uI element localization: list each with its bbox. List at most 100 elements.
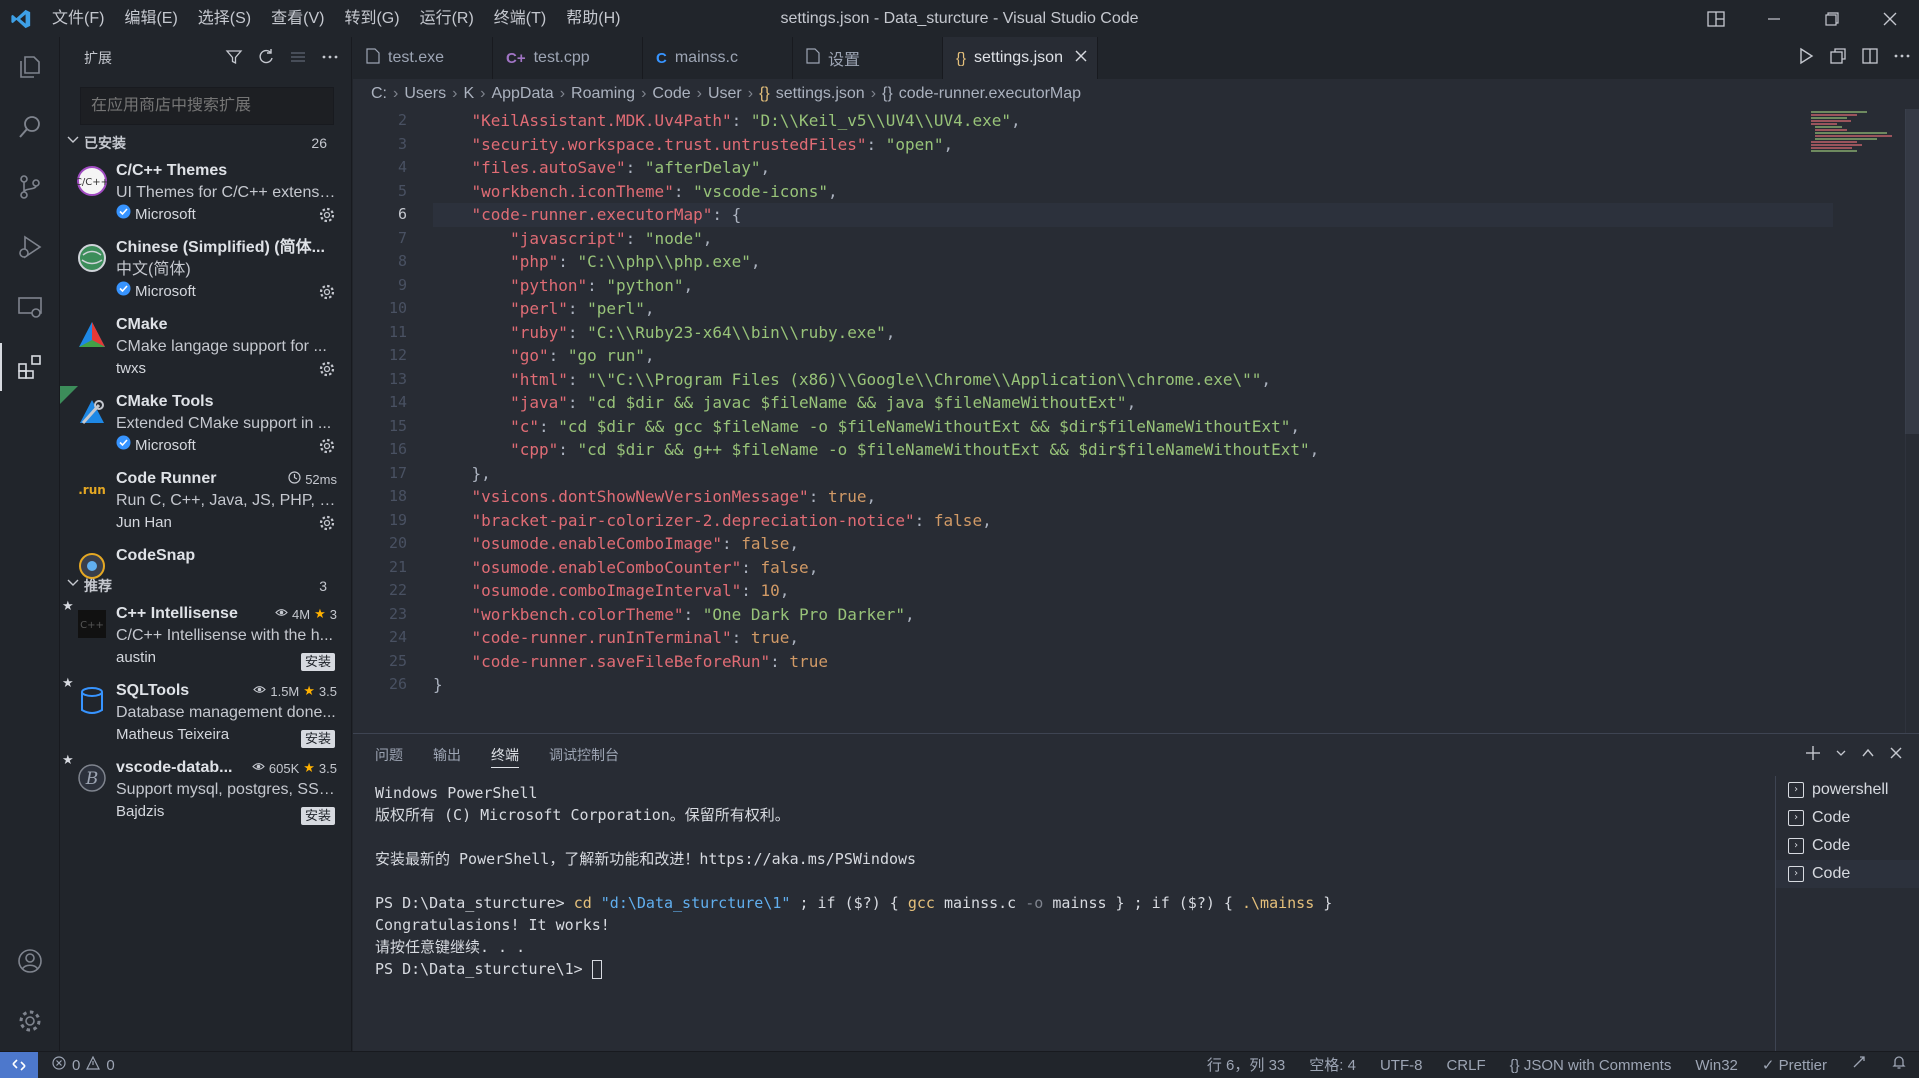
- code-line[interactable]: "workbench.colorTheme": "One Dark Pro Da…: [433, 603, 1833, 627]
- tab-mainss-c[interactable]: C mainss.c: [643, 37, 793, 79]
- more-actions-icon[interactable]: [1893, 47, 1911, 70]
- code-line[interactable]: "files.autoSave": "afterDelay",: [433, 156, 1833, 180]
- tab-test-cpp[interactable]: C+ test.cpp: [493, 37, 643, 79]
- code-line[interactable]: "javascript": "node",: [433, 227, 1833, 251]
- menu-edit[interactable]: 编辑(E): [114, 0, 187, 37]
- code-line[interactable]: "workbench.iconTheme": "vscode-icons",: [433, 180, 1833, 204]
- manage-extension-gear-icon[interactable]: [319, 284, 335, 305]
- filter-icon[interactable]: [225, 48, 243, 69]
- code-line[interactable]: "ruby": "C:\\Ruby23-x64\\bin\\ruby.exe",: [433, 321, 1833, 345]
- extension-item[interactable]: ★ B 605K ★ 3.5 vscode-datab... Support m…: [60, 752, 351, 829]
- encoding[interactable]: UTF-8: [1368, 1052, 1435, 1078]
- extension-item[interactable]: CMake CMake langage support for ... twxs: [60, 309, 351, 386]
- code-line[interactable]: "osumode.enableComboCounter": false,: [433, 556, 1833, 580]
- feedback-icon[interactable]: [1839, 1052, 1879, 1078]
- layout-icon[interactable]: [1687, 0, 1745, 37]
- breadcrumb-item[interactable]: Roaming: [571, 85, 635, 103]
- end-of-line[interactable]: CRLF: [1434, 1052, 1497, 1078]
- explorer-icon[interactable]: [0, 37, 60, 97]
- breadcrumb-item[interactable]: AppData: [491, 85, 553, 103]
- extensions-icon[interactable]: [0, 337, 60, 397]
- extension-item[interactable]: .run 52ms Code Runner Run C, C++, Java, …: [60, 463, 351, 540]
- extension-item[interactable]: ★ C++ 4M ★ 3 C++ Intellisense C/C++ Inte…: [60, 598, 351, 675]
- manage-extension-gear-icon[interactable]: [319, 207, 335, 228]
- close-window-button[interactable]: [1861, 0, 1919, 37]
- install-button[interactable]: 安装: [300, 730, 335, 748]
- platform[interactable]: Win32: [1683, 1052, 1750, 1078]
- terminal-prompt-line[interactable]: PS D:\Data_sturcture\1>: [375, 958, 1755, 980]
- code-line[interactable]: "code-runner.saveFileBeforeRun": true: [433, 650, 1833, 674]
- menu-go[interactable]: 转到(G): [334, 0, 409, 37]
- install-button[interactable]: 安装: [300, 653, 335, 671]
- terminal-instance[interactable]: › Code: [1776, 804, 1919, 832]
- tab-debug-console[interactable]: 调试控制台: [549, 734, 619, 776]
- remote-indicator-icon[interactable]: [0, 1051, 38, 1078]
- tab-problems[interactable]: 问题: [375, 734, 403, 776]
- code-line[interactable]: }: [433, 673, 1833, 697]
- chevron-down-icon[interactable]: [1835, 746, 1847, 764]
- clear-icon[interactable]: [289, 48, 307, 69]
- extension-search-input[interactable]: [91, 97, 333, 115]
- tab-settings[interactable]: 设置: [793, 37, 943, 79]
- menu-help[interactable]: 帮助(H): [556, 0, 630, 37]
- recommended-section-header[interactable]: 推荐 3: [60, 574, 351, 598]
- language-mode[interactable]: {} JSON with Comments: [1498, 1052, 1684, 1078]
- editor-scrollbar[interactable]: [1905, 109, 1919, 733]
- tab-test-exe[interactable]: test.exe: [353, 37, 493, 79]
- new-terminal-icon[interactable]: [1805, 745, 1821, 766]
- tab-terminal[interactable]: 终端: [491, 734, 519, 776]
- close-tab-icon[interactable]: [1075, 49, 1087, 67]
- extension-item[interactable]: CodeSnap: [60, 540, 351, 579]
- menu-selection[interactable]: 选择(S): [188, 0, 261, 37]
- terminal-instance[interactable]: › Code: [1776, 832, 1919, 860]
- breadcrumb-item[interactable]: code-runner.executorMap: [899, 85, 1081, 103]
- breadcrumb-item[interactable]: C:: [371, 85, 387, 103]
- code-line[interactable]: },: [433, 462, 1833, 486]
- scrollbar-thumb[interactable]: [1905, 109, 1919, 434]
- breadcrumb-item[interactable]: settings.json: [776, 85, 865, 103]
- open-changes-icon[interactable]: [1829, 47, 1847, 70]
- menu-file[interactable]: 文件(F): [42, 0, 114, 37]
- run-code-icon[interactable]: [1797, 47, 1815, 70]
- code-line[interactable]: "perl": "perl",: [433, 297, 1833, 321]
- remote-explorer-icon[interactable]: [0, 277, 60, 337]
- code-line[interactable]: "cpp": "cd $dir && g++ $fileName -o $fil…: [433, 438, 1833, 462]
- indentation[interactable]: 空格: 4: [1297, 1052, 1368, 1078]
- run-debug-icon[interactable]: [0, 217, 60, 277]
- code-content[interactable]: "KeilAssistant.MDK.Uv4Path": "D:\\Keil_v…: [433, 109, 1833, 697]
- account-icon[interactable]: [0, 931, 60, 991]
- extension-item[interactable]: C/C++ C/C++ Themes UI Themes for C/C++ e…: [60, 155, 351, 232]
- installed-section-header[interactable]: 已安装 26: [60, 131, 351, 155]
- code-line[interactable]: "html": "\"C:\\Program Files (x86)\\Goog…: [433, 368, 1833, 392]
- code-line[interactable]: "osumode.enableComboImage": false,: [433, 532, 1833, 556]
- code-line[interactable]: "code-runner.executorMap": {: [433, 203, 1833, 227]
- code-line[interactable]: "go": "go run",: [433, 344, 1833, 368]
- code-line[interactable]: "bracket-pair-colorizer-2.depreciation-n…: [433, 509, 1833, 533]
- code-line[interactable]: "KeilAssistant.MDK.Uv4Path": "D:\\Keil_v…: [433, 109, 1833, 133]
- terminal-output[interactable]: Windows PowerShell 版权所有 (C) Microsoft Co…: [375, 782, 1755, 980]
- extension-item[interactable]: Chinese (Simplified) (简体... 中文(简体) Micro…: [60, 232, 351, 309]
- manage-extension-gear-icon[interactable]: [319, 438, 335, 459]
- breadcrumb-item[interactable]: Code: [652, 85, 690, 103]
- problems-indicator[interactable]: 0 0: [38, 1055, 115, 1074]
- code-line[interactable]: "security.workspace.trust.untrustedFiles…: [433, 133, 1833, 157]
- restore-button[interactable]: [1803, 0, 1861, 37]
- search-icon[interactable]: [0, 97, 60, 157]
- terminal-instance[interactable]: › Code: [1776, 860, 1919, 888]
- install-button[interactable]: 安装: [300, 807, 335, 825]
- close-panel-icon[interactable]: [1889, 746, 1903, 765]
- code-line[interactable]: "code-runner.runInTerminal": true,: [433, 626, 1833, 650]
- more-actions-icon[interactable]: [321, 48, 339, 69]
- menu-terminal[interactable]: 终端(T): [484, 0, 556, 37]
- source-control-icon[interactable]: [0, 157, 60, 217]
- code-line[interactable]: "c": "cd $dir && gcc $fileName -o $fileN…: [433, 415, 1833, 439]
- terminal-instance[interactable]: › powershell: [1776, 776, 1919, 804]
- code-line[interactable]: "java": "cd $dir && javac $fileName && j…: [433, 391, 1833, 415]
- code-line[interactable]: "python": "python",: [433, 274, 1833, 298]
- tab-output[interactable]: 输出: [433, 734, 461, 776]
- notifications-bell-icon[interactable]: [1879, 1052, 1919, 1078]
- maximize-panel-icon[interactable]: [1861, 746, 1875, 765]
- manage-extension-gear-icon[interactable]: [319, 515, 335, 536]
- manage-extension-gear-icon[interactable]: [319, 361, 335, 382]
- code-line[interactable]: "osumode.comboImageInterval": 10,: [433, 579, 1833, 603]
